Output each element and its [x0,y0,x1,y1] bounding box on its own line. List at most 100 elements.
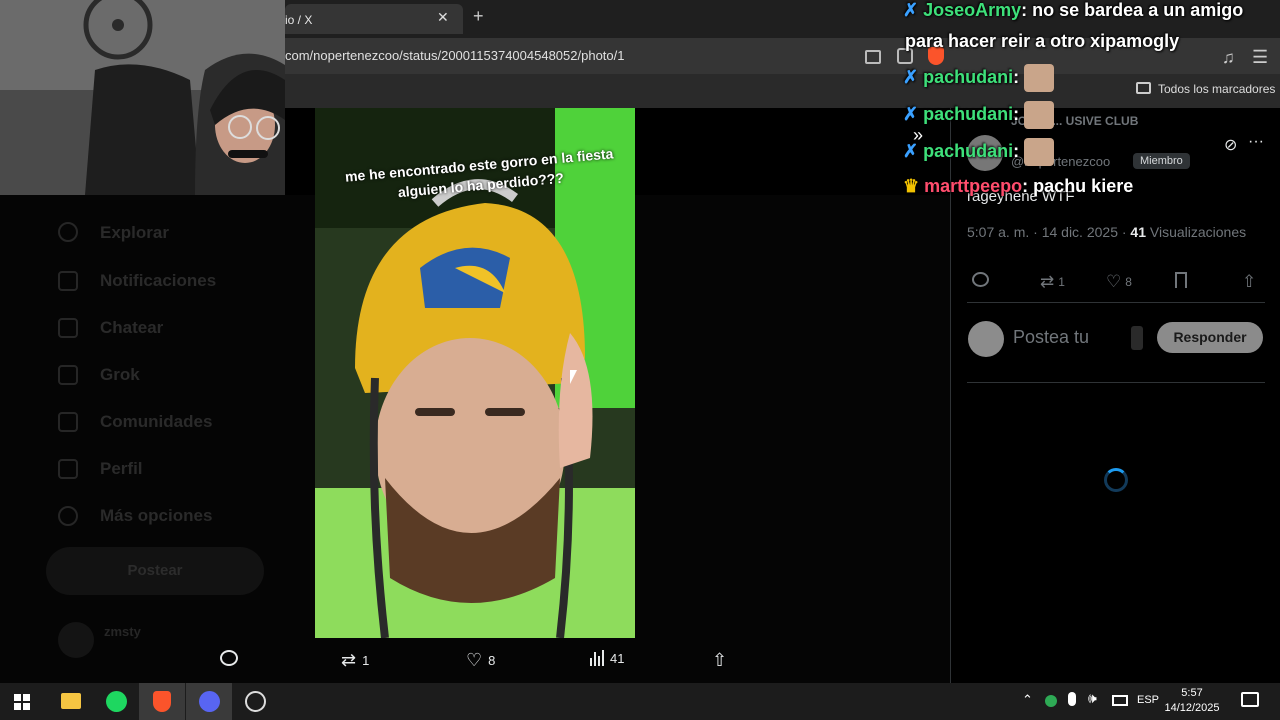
all-bookmarks-label[interactable]: Todos los marcadores [1158,82,1275,96]
clock-date: 14/12/2025 [1164,702,1220,714]
obs-icon [245,691,266,712]
microphone-icon[interactable] [1068,692,1076,706]
bookmarks-bar [285,74,1280,108]
share-action[interactable]: ⇧ [712,650,727,671]
chat-message: para hacer reir a otro xipamogly [905,31,1180,51]
mouse-cursor-icon [570,370,577,384]
like-action[interactable]: ♡ 8 [466,650,495,671]
grok-icon[interactable]: ⊘ [1224,135,1237,155]
clock[interactable]: 5:57 14/12/2025 [1162,686,1222,716]
retweet-icon: ⇄ [341,650,357,670]
mail-icon [58,318,78,338]
reply-input[interactable]: Postea tu [1013,327,1089,348]
reply-action[interactable] [220,650,238,666]
bar-chart-icon [590,650,604,666]
user-avatar [968,321,1004,357]
reply-button[interactable] [972,272,989,287]
sword-icon: ✗ [903,0,919,20]
like-button[interactable]: ♡ 8 [1106,272,1132,292]
chat-line: ✗ pachudani: [903,64,1055,92]
webcam-feed [0,0,285,195]
folder-icon [61,693,81,709]
divider [967,302,1265,303]
tweet-views-label: Visualizaciones [1149,224,1247,240]
upload-icon: ⇧ [712,650,728,670]
spotify-icon [106,691,127,712]
upload-icon: ⇧ [1242,272,1257,291]
like-count: 8 [488,653,496,668]
chat-line: ✗ pachudani: [903,101,1055,129]
bookmark-button[interactable] [1175,272,1187,288]
brave-icon [153,691,171,712]
communities-icon [58,412,78,432]
retweet-action[interactable]: ⇄ 1 [341,650,369,671]
tweet-timestamp: 5:07 a. m. · 14 dic. 2025 · 41 Visualiza… [967,224,1246,240]
chat-username: pachudani [923,66,1014,87]
emote-icon [1024,138,1055,166]
webcam-image [0,0,285,195]
chat-line: ✗ pachudani: [903,138,1055,166]
chat-line: para hacer reir a otro xipamogly [905,31,1179,52]
more-options-icon [58,506,78,526]
network-icon[interactable] [1112,695,1128,706]
reply-submit-button[interactable]: Responder [1157,322,1263,353]
cast-icon[interactable] [865,50,881,64]
chat-username: marttpeepo [924,176,1023,196]
account-avatar [58,622,94,658]
url-text[interactable]: com/nopertenezcoo/status/200011537400454… [285,48,624,63]
retweet-count: 1 [1058,275,1065,289]
chat-username: pachudani [923,103,1014,124]
retweet-count: 1 [362,653,370,668]
chat-message: no se bardea a un amigo [1032,0,1244,20]
music-icon[interactable]: ♫ [1222,48,1235,68]
new-tab-icon[interactable]: + [473,6,484,27]
sword-icon: ✗ [903,66,919,87]
taskbar-obs[interactable] [232,683,278,720]
speaker-icon[interactable]: 🕪 [1088,690,1097,707]
retweet-button[interactable]: ⇄ 1 [1040,272,1065,292]
heart-icon: ♡ [1106,272,1122,291]
chat-username: JoseoArmy [923,0,1022,20]
folder-icon [1136,82,1151,94]
chat-line: ✗ JoseoArmy: no se bardea a un amigo [903,0,1244,20]
bell-icon [58,271,78,291]
nav-more-options: Más opciones [100,506,213,525]
taskbar-file-explorer[interactable] [47,683,93,720]
share-button[interactable]: ⇧ [1242,272,1256,292]
close-tab-icon[interactable]: ✕ [437,9,449,26]
tray-app-icon[interactable] [1045,695,1057,707]
scroll-stepper[interactable] [1131,326,1143,350]
more-icon[interactable]: ··· [1248,133,1264,151]
menu-icon[interactable]: ☰ [1252,47,1268,68]
taskbar-spotify[interactable] [93,683,139,720]
emote-icon [1024,64,1055,92]
nav-profile: Perfil [100,459,143,478]
chat-message: pachu kiere [1033,176,1134,196]
divider [967,382,1265,383]
chat-username: pachudani [923,140,1014,161]
taskbar-discord[interactable] [186,683,232,720]
loading-spinner-icon [1104,468,1128,492]
profile-icon [58,459,78,479]
chevron-up-icon[interactable]: ⌃ [1022,692,1033,708]
discord-icon [199,691,220,712]
explore-icon [58,222,78,242]
taskbar-brave[interactable] [139,683,185,720]
post-button-label: Postear [127,562,183,579]
views-action[interactable]: 41 [590,650,624,666]
grok-icon [58,365,78,385]
emote-icon [1024,101,1055,129]
bookmark-icon [1175,272,1187,288]
nav-explore: Explorar [100,223,169,242]
nav-chat: Chatear [100,318,164,337]
views-count: 41 [610,650,625,666]
nav-notifications: Notificaciones [100,271,217,290]
notifications-icon[interactable] [1241,692,1259,707]
windows-start-icon[interactable] [14,694,30,710]
language-indicator[interactable]: ESP [1137,694,1159,706]
tweet-views-count: 41 [1130,224,1146,240]
crown-icon: ♛ [903,176,920,196]
sword-icon: ✗ [903,103,919,124]
tweet-time: 5:07 a. m. · 14 dic. 2025 · [967,224,1127,240]
reply-icon [220,650,238,666]
